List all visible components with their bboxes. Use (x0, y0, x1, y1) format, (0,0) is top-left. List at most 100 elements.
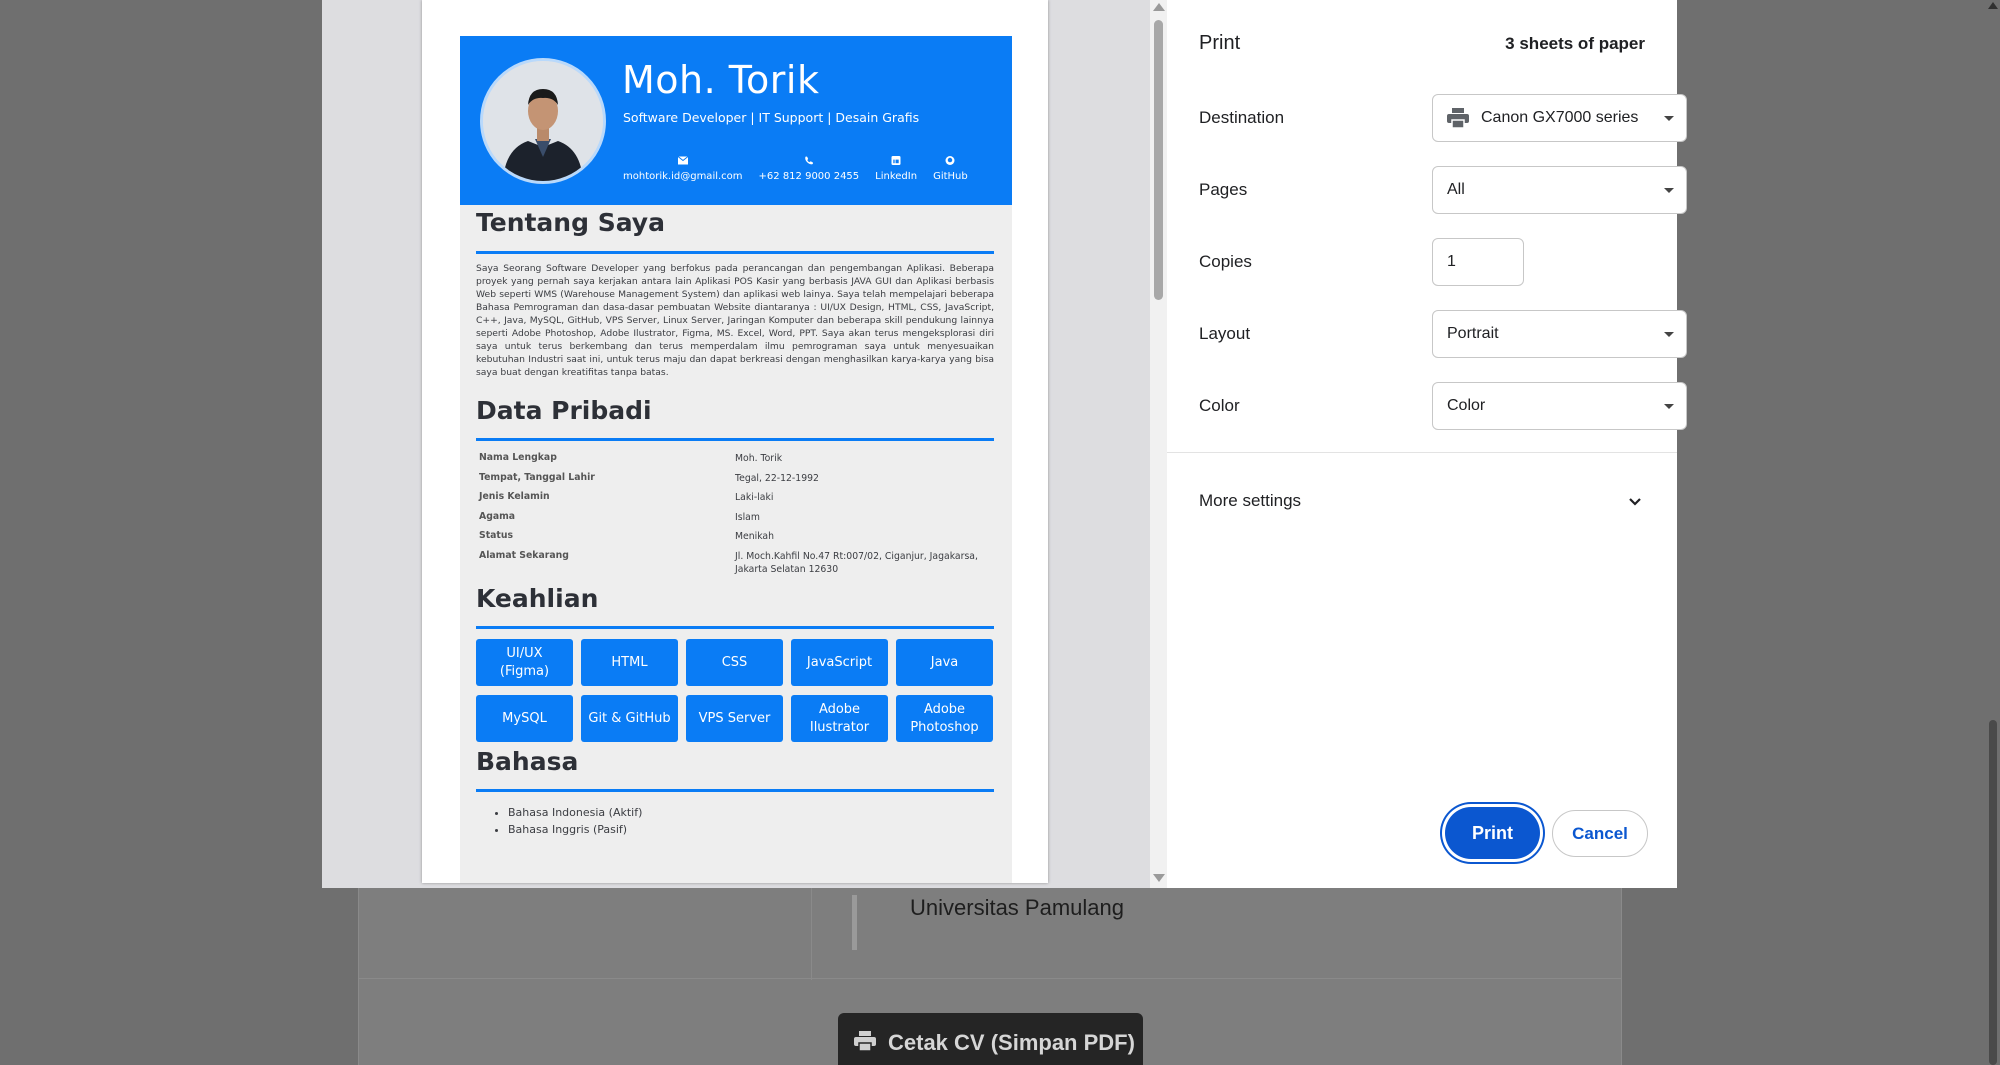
languages-list: Bahasa Indonesia (Aktif) Bahasa Inggris … (508, 804, 642, 838)
data-title: Data Pribadi (476, 396, 652, 425)
print-preview-area: Moh. Torik Software Developer | IT Suppo… (322, 0, 1167, 888)
contact-email[interactable]: mohtorik.id@gmail.com (623, 156, 743, 182)
more-settings-toggle[interactable]: More settings (1199, 491, 1301, 511)
scroll-up-icon[interactable] (1153, 3, 1165, 11)
table-row: Jenis Kelamin Laki-laki (476, 491, 994, 511)
printer-icon (854, 1031, 876, 1051)
contact-phone[interactable]: +62 812 9000 2455 (758, 156, 860, 182)
preview-scrollbar[interactable] (1150, 0, 1167, 888)
settings-divider (1167, 452, 1677, 453)
table-row: Tempat, Tanggal Lahir Tegal, 22-12-1992 (476, 472, 994, 492)
chevron-down-icon (1664, 116, 1674, 121)
print-dialog: Moh. Torik Software Developer | IT Suppo… (322, 0, 1687, 888)
pages-value: All (1447, 181, 1465, 198)
skill-badge: Adobe Ilustrator (791, 695, 888, 742)
data-value: Jl. Moch.Kahfil No.47 Rt:007/02, Ciganju… (735, 550, 978, 575)
contact-github[interactable]: GitHub (933, 156, 968, 182)
personal-data-table: Nama Lengkap Moh. Torik Tempat, Tanggal L… (476, 452, 994, 576)
skill-badge: VPS Server (686, 695, 783, 742)
skill-badge: Adobe Photoshop (896, 695, 993, 742)
data-key: Status (479, 530, 514, 541)
contact-label: LinkedIn (875, 171, 918, 182)
data-value: Tegal, 22-12-1992 (735, 472, 819, 484)
avatar (480, 58, 606, 184)
print-cv-label: Cetak CV (Simpan PDF) (888, 1030, 1135, 1055)
destination-value: Canon GX7000 series (1481, 109, 1639, 126)
preview-page: Moh. Torik Software Developer | IT Suppo… (422, 0, 1048, 883)
layout-label: Layout (1199, 324, 1251, 343)
scroll-up-icon[interactable] (1988, 2, 1998, 9)
data-value: Moh. Torik (735, 453, 783, 464)
section-underline (476, 438, 994, 441)
data-key: Jenis Kelamin (479, 491, 550, 502)
list-item: Bahasa Indonesia (Aktif) (508, 804, 642, 821)
cv-name: Moh. Torik (622, 58, 820, 102)
printer-icon (1447, 108, 1469, 128)
table-row: Alamat Sekarang Jl. Moch.Kahfil No.47 Rt:… (476, 550, 994, 576)
cv-header: Moh. Torik Software Developer | IT Suppo… (460, 36, 1012, 205)
skills-grid: UI/UX (Figma) HTML CSS JavaScript Java M… (476, 639, 994, 742)
contact-linkedin[interactable]: LinkedIn (875, 156, 917, 182)
preview-scrollbar-thumb[interactable] (1154, 20, 1163, 300)
skill-badge: CSS (686, 639, 783, 686)
background-divider (358, 978, 1622, 979)
list-item: Bahasa Inggris (Pasif) (508, 821, 642, 838)
contact-list: mohtorik.id@gmail.com +62 812 9000 2455 … (623, 156, 968, 182)
envelope-icon (677, 156, 688, 165)
phone-icon (805, 156, 813, 165)
skills-title: Keahlian (476, 584, 599, 613)
copies-input[interactable]: 1 (1432, 238, 1524, 286)
copies-label: Copies (1199, 252, 1252, 271)
chevron-down-icon (1664, 332, 1674, 337)
section-underline (476, 626, 994, 629)
section-underline (476, 251, 994, 254)
languages-title: Bahasa (476, 747, 579, 776)
data-value: Laki-laki (735, 492, 774, 503)
sheet-count: 3 sheets of paper (1505, 34, 1645, 53)
chevron-down-icon[interactable] (1627, 494, 1643, 510)
chevron-down-icon (1664, 188, 1674, 193)
pages-select[interactable]: All (1432, 166, 1687, 214)
about-text: Saya Seorang Software Developer yang ber… (476, 263, 994, 378)
skill-badge: Git & GitHub (581, 695, 678, 742)
linkedin-icon (891, 156, 901, 165)
print-cv-button[interactable]: Cetak CV (Simpan PDF) (838, 1013, 1143, 1065)
data-key: Nama Lengkap (479, 452, 557, 463)
layout-value: Portrait (1447, 325, 1499, 342)
data-key: Agama (479, 510, 516, 522)
contact-label: +62 812 9000 2455 (758, 171, 860, 182)
pages-label: Pages (1199, 180, 1248, 199)
color-select[interactable]: Color (1432, 382, 1687, 430)
skill-badge: JavaScript (791, 639, 888, 686)
dialog-title: Print (1199, 32, 1241, 54)
print-button[interactable]: Print (1445, 807, 1540, 859)
education-university: Universitas Pamulang (910, 895, 1124, 920)
contact-label: GitHub (933, 171, 968, 182)
page-scrollbar-thumb[interactable] (1989, 720, 1997, 1065)
chevron-down-icon (1664, 404, 1674, 409)
background-divider (811, 880, 812, 980)
page-scrollbar[interactable] (1986, 0, 2000, 1065)
skill-badge: Java (896, 639, 993, 686)
skill-badge: UI/UX (Figma) (476, 639, 573, 686)
data-value: Menikah (735, 531, 775, 542)
about-title: Tentang Saya (476, 208, 665, 237)
table-row: Agama Islam (476, 511, 994, 531)
print-settings-panel: Print 3 sheets of paper Destination Cano… (1167, 0, 1687, 888)
skill-badge: MySQL (476, 695, 573, 742)
contact-label: mohtorik.id@gmail.com (623, 171, 743, 182)
cv-sheet: Moh. Torik Software Developer | IT Suppo… (460, 36, 1012, 883)
cancel-button[interactable]: Cancel (1552, 810, 1648, 857)
github-icon (945, 156, 955, 165)
data-key: Tempat, Tanggal Lahir (479, 471, 595, 483)
destination-select[interactable]: Canon GX7000 series (1432, 94, 1687, 142)
data-value: Islam (735, 511, 760, 523)
color-value: Color (1447, 397, 1486, 414)
destination-label: Destination (1199, 108, 1285, 127)
color-label: Color (1199, 396, 1240, 415)
table-row: Status Menikah (476, 530, 994, 550)
layout-select[interactable]: Portrait (1432, 310, 1687, 358)
scroll-down-icon[interactable] (1153, 874, 1165, 882)
skill-badge: HTML (581, 639, 678, 686)
section-underline (476, 789, 994, 792)
